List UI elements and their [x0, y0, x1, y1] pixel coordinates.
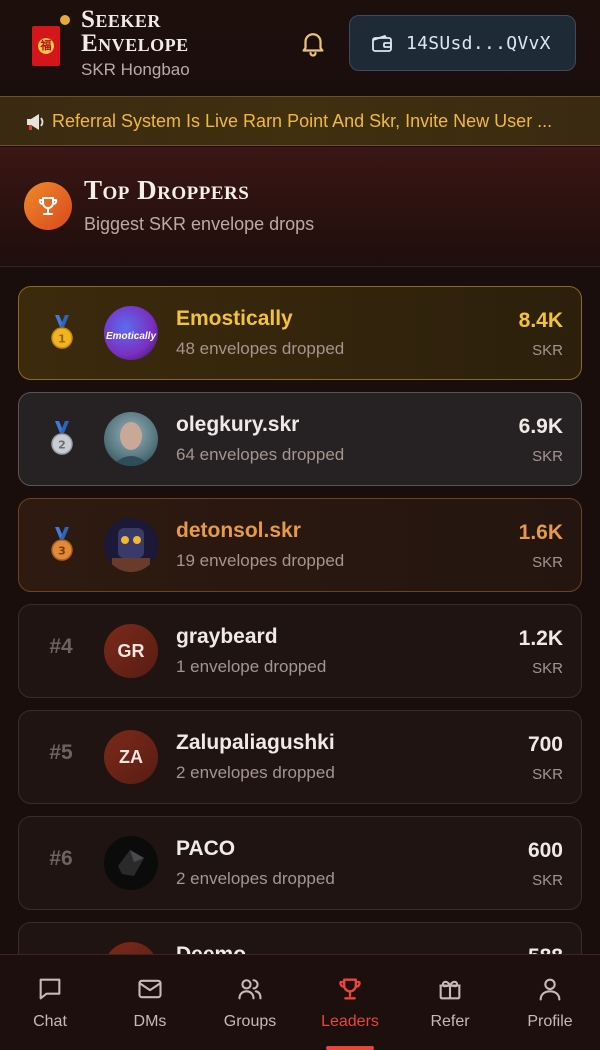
nav-label: Leaders: [321, 1013, 379, 1030]
nav-label: Refer: [430, 1013, 470, 1030]
megaphone-icon: [24, 111, 48, 133]
envelope-count: 2 envelopes dropped: [176, 763, 335, 782]
svg-text:1: 1: [58, 333, 66, 346]
leaderboard-row[interactable]: Deemo 588: [18, 922, 582, 954]
currency-unit: SKR: [532, 872, 563, 889]
leaderboard-list[interactable]: 1 Emotically Emostically 48 envelopes dr…: [0, 268, 600, 954]
bell-icon[interactable]: [298, 28, 328, 58]
leaderboard-row[interactable]: #4 GR graybeard 1 envelope dropped 1.2K …: [18, 604, 582, 698]
leader-name: Zalupaliagushki: [176, 731, 335, 754]
currency-unit: SKR: [532, 766, 563, 783]
wallet-button[interactable]: 14SUsd...QVvX: [349, 15, 576, 71]
avatar: [104, 412, 158, 466]
chat-icon: [39, 978, 61, 1000]
brand-name-line1: Seeker: [81, 6, 161, 33]
svg-text:3: 3: [58, 545, 66, 558]
section-title: Top Droppers: [84, 175, 250, 205]
leaderboard-row[interactable]: 2 olegkury.skr 64 envelopes dropped 6.9K…: [18, 392, 582, 486]
envelope-count: 19 envelopes dropped: [176, 551, 345, 570]
nav-groups[interactable]: Groups: [200, 955, 300, 1050]
leaderboard-row[interactable]: 1 Emotically Emostically 48 envelopes dr…: [18, 286, 582, 380]
leader-name: Emostically: [176, 307, 293, 330]
envelope-count: 2 envelopes dropped: [176, 869, 335, 888]
leaderboard-row[interactable]: #6 PACO 2 envelopes dropped 600 SKR: [18, 816, 582, 910]
drop-amount: 1.6K: [518, 521, 563, 544]
envelope-count: 1 envelope dropped: [176, 657, 327, 676]
drop-amount: 588: [528, 945, 563, 954]
drop-amount: 600: [527, 839, 563, 862]
silver-medal-icon: 2: [49, 421, 75, 457]
leaderboard-row[interactable]: 3 detonsol.skr 19 envelopes dropped 1.6K…: [18, 498, 582, 592]
leaderboard-row[interactable]: #5 ZA Zalupaliagushki 2 envelopes droppe…: [18, 710, 582, 804]
trophy-badge: [24, 182, 72, 230]
users-icon: [238, 979, 262, 1000]
nav-label: Chat: [33, 1013, 67, 1030]
announcement-banner[interactable]: Referral System Is Live Rarn Point And S…: [0, 96, 600, 146]
mail-icon: [138, 979, 162, 999]
rank-number: #6: [49, 847, 73, 870]
wallet-address: 14SUsd...QVvX: [406, 33, 551, 54]
bronze-medal-icon: 3: [49, 527, 75, 563]
leader-name: detonsol.skr: [176, 519, 301, 542]
nav-refer[interactable]: Refer: [400, 955, 500, 1050]
avatar: [104, 836, 158, 890]
svg-text:2: 2: [58, 439, 66, 452]
drop-amount: 8.4K: [518, 309, 563, 332]
drop-amount: 1.2K: [518, 627, 563, 650]
active-tab-indicator: [326, 1046, 374, 1050]
rank-number: #4: [49, 635, 73, 658]
nav-dms[interactable]: DMs: [100, 955, 200, 1050]
leader-name: olegkury.skr: [176, 413, 300, 436]
red-envelope-logo: 福: [32, 26, 60, 66]
avatar: [104, 518, 158, 572]
nav-chat[interactable]: Chat: [0, 955, 100, 1050]
trophy-icon: [339, 978, 361, 1000]
brand-subtitle: SKR Hongbao: [81, 60, 190, 79]
avatar: ZA: [104, 730, 158, 784]
avatar: Emotically: [104, 306, 158, 360]
currency-unit: SKR: [532, 342, 563, 359]
nav-label: DMs: [133, 1013, 167, 1030]
rank-number: #5: [49, 741, 73, 764]
nav-leaders[interactable]: Leaders: [300, 955, 400, 1050]
brand-name-line2: Envelope: [81, 30, 189, 57]
currency-unit: SKR: [532, 554, 563, 571]
app-header: 福 Seeker Envelope SKR Hongbao 14SUsd...Q…: [0, 0, 600, 96]
avatar: GR: [104, 624, 158, 678]
user-icon: [539, 978, 561, 1001]
drop-amount: 6.9K: [518, 415, 563, 438]
gift-icon: [439, 980, 461, 1000]
wallet-icon: [370, 32, 394, 56]
leaderboard-header: Top Droppers Biggest SKR envelope drops: [0, 147, 600, 267]
gold-medal-icon: 1: [49, 315, 75, 351]
envelope-count: 48 envelopes dropped: [176, 339, 345, 358]
nav-label: Groups: [223, 1013, 277, 1030]
status-dot: [60, 15, 70, 25]
currency-unit: SKR: [532, 448, 563, 465]
section-subtitle: Biggest SKR envelope drops: [84, 214, 315, 234]
announcement-text: Referral System Is Live Rarn Point And S…: [52, 111, 553, 131]
bottom-nav: Chat DMs Groups Leaders Refer Profile: [0, 954, 600, 1050]
nav-label: Profile: [527, 1013, 573, 1030]
logo-character: 福: [38, 38, 54, 54]
avatar: [104, 942, 158, 954]
nav-profile[interactable]: Profile: [500, 955, 600, 1050]
leader-name: graybeard: [176, 625, 278, 648]
trophy-icon: [38, 197, 58, 215]
leader-name: PACO: [176, 837, 236, 860]
currency-unit: SKR: [532, 660, 563, 677]
envelope-count: 64 envelopes dropped: [176, 445, 345, 464]
drop-amount: 700: [527, 733, 563, 756]
leader-name: Deemo: [176, 943, 246, 954]
